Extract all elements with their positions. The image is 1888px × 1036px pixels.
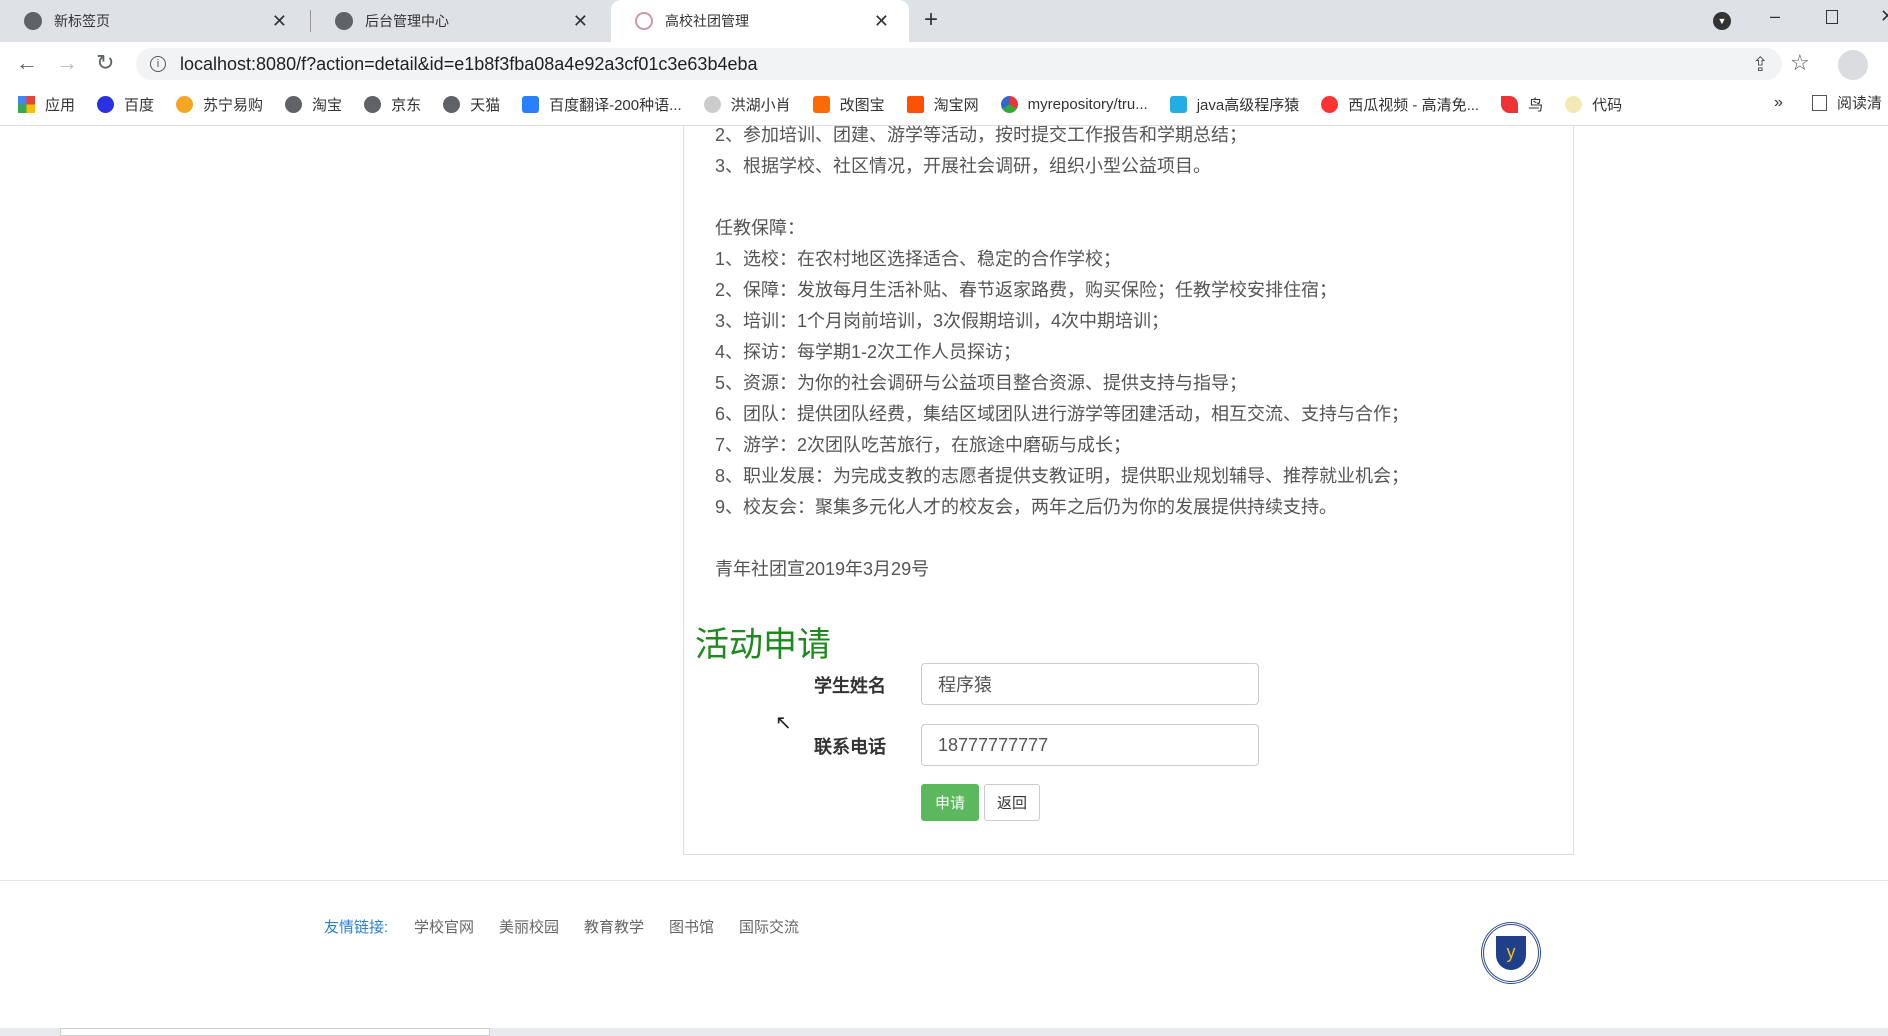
bird-icon: [1501, 96, 1519, 113]
taobao-icon: [906, 96, 924, 113]
article-line: 5、资源：为你的社会调研与公益项目整合资源、提供支持与指导；: [715, 373, 1248, 393]
tab-club-management[interactable]: 高校社团管理 ✕: [611, 0, 909, 42]
article-line: 1、选校：在农村地区选择适合、稳定的合作学校；: [715, 249, 1122, 269]
reading-list-button[interactable]: 阅读清: [1812, 92, 1882, 113]
info-icon[interactable]: i: [150, 56, 166, 72]
footer-link[interactable]: 教育教学: [584, 916, 644, 937]
apply-button[interactable]: 申请: [921, 784, 979, 821]
horizontal-scrollbar[interactable]: [60, 1028, 490, 1036]
address-bar[interactable]: i localhost:8080/f?action=detail&id=e1b8f…: [136, 48, 1782, 80]
bilibili-icon: [1169, 96, 1187, 113]
phone-input[interactable]: 18777777777: [921, 724, 1259, 766]
close-tab-icon[interactable]: ✕: [874, 11, 889, 32]
apps-grid-icon: [18, 96, 35, 113]
forward-icon[interactable]: →: [56, 50, 78, 76]
bookmark-suning[interactable]: 苏宁易购: [176, 94, 263, 115]
bookmarks-bar: 应用 百度 苏宁易购 淘宝 京东 天猫 百度翻译-200种语... 洪湖小肖 改…: [0, 84, 1888, 126]
student-name-input[interactable]: 程序猿: [921, 663, 1259, 705]
site-logo-icon: [635, 12, 653, 30]
article-line: 8、职业发展：为完成支教的志愿者提供支教证明，提供职业规划辅导、推荐就业机会；: [715, 466, 1410, 486]
gaitubao-icon: [812, 96, 830, 113]
reload-icon[interactable]: ↻: [96, 50, 114, 76]
bookmark-java[interactable]: java高级程序猿: [1169, 94, 1299, 115]
bookmark-baidu-translate[interactable]: 百度翻译-200种语...: [522, 94, 682, 115]
close-tab-icon[interactable]: ✕: [573, 11, 588, 32]
article-line: 7、游学：2次团队吃苦旅行，在旅途中磨砺与成长；: [715, 435, 1132, 455]
xigua-icon: [1321, 96, 1339, 113]
school-logo: y: [1481, 922, 1541, 984]
article-line: 9、校友会：聚集多元化人才的校友会，两年之后仍为你的发展提供持续支持。: [715, 497, 1338, 517]
bookmark-star-icon[interactable]: ☆: [1790, 50, 1810, 76]
bookmark-tmall[interactable]: 天猫: [443, 94, 500, 115]
article-line: 4、探访：每学期1-2次工作人员探访；: [715, 342, 1022, 362]
bookmark-taobao[interactable]: 淘宝: [285, 94, 342, 115]
footer-divider: [0, 880, 1888, 881]
bookmark-taobaowang[interactable]: 淘宝网: [906, 94, 979, 115]
article-line: 3、培训：1个月岗前培训，3次假期培训，4次中期培训；: [715, 311, 1170, 331]
code-icon: [1565, 96, 1583, 113]
baidu-icon: [97, 96, 115, 113]
tab-admin[interactable]: 后台管理中心 ✕: [311, 0, 608, 42]
student-name-label: 学生姓名: [814, 676, 886, 696]
article-line: 青年社团宣2019年3月29号: [715, 559, 930, 579]
mouse-cursor: ↖: [775, 712, 792, 734]
tab-new-tab[interactable]: 新标签页 ✕: [0, 0, 307, 42]
reading-list-icon: [1812, 94, 1827, 111]
close-window-icon[interactable]: ✕: [1880, 6, 1888, 27]
back-icon[interactable]: ←: [16, 50, 38, 76]
tab-bar: 新标签页 ✕ 后台管理中心 ✕ 高校社团管理 ✕ + ▼ – ✕: [0, 0, 1888, 42]
bookmark-code[interactable]: 代码: [1565, 94, 1622, 115]
minimize-icon[interactable]: –: [1770, 6, 1780, 27]
chrome-icon: [24, 12, 42, 30]
globe-icon: [364, 96, 382, 113]
restore-icon[interactable]: [1826, 10, 1838, 24]
bookmark-baidu[interactable]: 百度: [97, 94, 154, 115]
globe-icon: [285, 96, 303, 113]
share-icon[interactable]: ⇪: [1752, 52, 1769, 77]
form-heading: 活动申请: [695, 626, 831, 664]
footer-link[interactable]: 学校官网: [414, 916, 474, 937]
article-line: 任教保障：: [715, 218, 805, 238]
close-tab-icon[interactable]: ✕: [272, 11, 287, 32]
bookmark-myrepository[interactable]: myrepository/tru...: [1000, 96, 1148, 113]
article-line: 3、根据学校、社区情况，开展社会调研，组织小型公益项目。: [715, 156, 1212, 176]
tab-search-icon[interactable]: ▼: [1713, 12, 1731, 30]
footer-link[interactable]: 图书馆: [669, 916, 714, 937]
repository-icon: [1000, 96, 1018, 113]
status-bar: [0, 1028, 1888, 1036]
footer-link[interactable]: 国际交流: [739, 916, 799, 937]
bookmark-xigua[interactable]: 西瓜视频 - 高清免...: [1321, 94, 1479, 115]
suning-icon: [176, 96, 194, 113]
phone-label: 联系电话: [814, 737, 886, 757]
profile-avatar[interactable]: [1838, 50, 1868, 80]
footer-link[interactable]: 美丽校园: [499, 916, 559, 937]
bookmark-apps[interactable]: 应用: [18, 94, 75, 115]
bookmark-bird[interactable]: 鸟: [1501, 94, 1543, 115]
translate-icon: [522, 96, 540, 113]
bookmark-gaitubao[interactable]: 改图宝: [812, 94, 885, 115]
article-line: 6、团队：提供团队经费，集结区域团队进行游学等团建活动，相互交流、支持与合作；: [715, 404, 1410, 424]
globe-icon: [335, 12, 353, 30]
honghu-icon: [703, 96, 721, 113]
footer-links-title: 友情链接:: [324, 919, 389, 936]
article-line: 2、保障：发放每月生活补贴、春节返家路费，购买保险；任教学校安排住宿；: [715, 280, 1338, 300]
bookmark-jd[interactable]: 京东: [364, 94, 421, 115]
article-line: 2、参加培训、团建、游学等活动，按时提交工作报告和学期总结；: [715, 125, 1248, 145]
bookmark-honghu[interactable]: 洪湖小肖: [703, 94, 791, 115]
back-button[interactable]: 返回: [984, 784, 1040, 821]
more-bookmarks-button[interactable]: »: [1774, 94, 1783, 112]
globe-icon: [443, 96, 461, 113]
new-tab-icon[interactable]: +: [924, 6, 938, 34]
